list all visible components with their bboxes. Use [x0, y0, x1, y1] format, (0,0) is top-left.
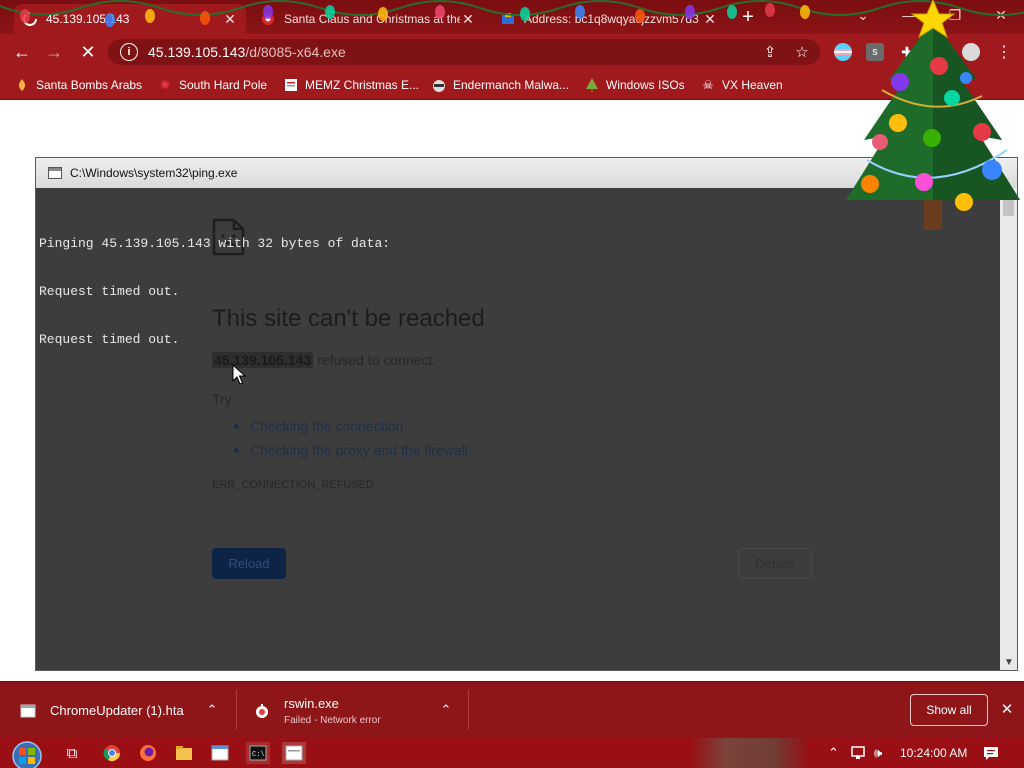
tab-active[interactable]: 45.139.105.143 ✕ [14, 4, 246, 34]
tab-santa-claus[interactable]: Santa Claus and Christmas at the ✕ [252, 4, 484, 34]
tree-icon [584, 77, 600, 93]
download-status: Failed - Network error [284, 714, 381, 726]
address-favicon-icon [500, 11, 516, 27]
console-line: Request timed out. [39, 284, 180, 299]
windows-taskbar: ⧉ C:\ ⌃ 🕪 10:24:00 AM [0, 738, 1024, 768]
chrome-taskbar-icon[interactable] [100, 742, 124, 764]
flame-icon [14, 77, 30, 93]
action-center-icon[interactable] [982, 743, 1000, 763]
start-button-icon[interactable] [8, 738, 46, 768]
network-icon[interactable] [850, 743, 868, 763]
console-title: C:\Windows\system32\ping.exe [70, 166, 238, 180]
scroll-down-arrow-icon[interactable]: ▼ [1004, 657, 1014, 668]
santa-favicon-icon [260, 11, 276, 27]
suggestion-check-connection[interactable]: Checking the connection [236, 414, 468, 438]
mouse-cursor-icon [232, 364, 246, 385]
file-explorer-taskbar-icon[interactable] [172, 742, 196, 764]
download-shelf: ChromeUpdater (1).hta ⌃ rswin.exe Failed… [0, 681, 1024, 738]
tab-close-icon[interactable]: ✕ [702, 11, 718, 28]
console-output: Pinging 45.139.105.143 with 32 bytes of … [39, 204, 390, 364]
cmd-taskbar-icon[interactable]: C:\ [246, 742, 270, 764]
bookmark-label: MEMZ Christmas E... [305, 78, 420, 92]
skull-icon: ☠ [702, 78, 714, 92]
taskbar-background-blur [690, 738, 810, 768]
console-line: Pinging 45.139.105.143 with 32 bytes of … [39, 236, 391, 251]
bookmark-label: Santa Bombs Arabs [36, 78, 143, 92]
info-icon[interactable]: i [120, 43, 138, 61]
details-button[interactable]: Details [738, 548, 812, 579]
show-hidden-icons-chevron[interactable]: ⌃ [828, 743, 839, 763]
svg-text:C:\: C:\ [252, 751, 265, 759]
download-item-chromeupdater[interactable]: ChromeUpdater (1).hta ⌃ [20, 682, 230, 739]
bookmark-windows-isos[interactable]: Windows ISOs [584, 76, 685, 94]
bookmark-south-hard-pole[interactable]: ✺ South Hard Pole [157, 76, 267, 94]
stop-loading-button[interactable]: ✕ [76, 40, 100, 64]
tab-address[interactable]: Address: bc1q8wqyacjzzvm57d3 ✕ [492, 4, 726, 34]
task-view-icon[interactable]: ⧉ [60, 742, 84, 764]
url-path: /d/8085-x64.exe [245, 44, 346, 60]
suggestion-check-proxy-firewall[interactable]: Checking the proxy and the firewall [236, 438, 468, 462]
tab-close-icon[interactable]: ✕ [222, 11, 238, 28]
bookmark-star-icon[interactable]: ☆ [790, 39, 814, 65]
window-taskbar-icon[interactable] [208, 742, 232, 764]
suggestion-list: Checking the connection Checking the pro… [236, 414, 468, 462]
download-name: rswin.exe [284, 695, 339, 711]
close-download-shelf-icon[interactable]: ✕ [998, 700, 1016, 720]
exe-file-icon [256, 703, 268, 718]
christmas-tree-decoration [846, 0, 1020, 230]
download-name: ChromeUpdater (1).hta [50, 703, 184, 718]
share-icon[interactable]: ⇪ [758, 39, 782, 65]
download-options-chevron-icon[interactable]: ⌃ [438, 702, 454, 718]
bookmark-endermanch-malware[interactable]: Endermanch Malwa... [431, 76, 569, 94]
error-code: ERR_CONNECTION_REFUSED [212, 479, 374, 491]
page-icon [283, 77, 299, 93]
download-options-chevron-icon[interactable]: ⌃ [204, 702, 220, 718]
download-separator [468, 690, 469, 730]
bookmark-label: South Hard Pole [179, 78, 268, 92]
bookmark-label: VX Heaven [722, 78, 783, 92]
hta-file-icon [20, 704, 36, 717]
bookmark-vx-heaven[interactable]: ☠ VX Heaven [700, 76, 783, 94]
firefox-taskbar-icon[interactable] [136, 742, 160, 764]
snowflake-icon: ✺ [159, 78, 171, 92]
tab-close-icon[interactable]: ✕ [460, 11, 476, 28]
new-tab-button[interactable]: + [738, 6, 758, 28]
address-bar[interactable]: i 45.139.105.143/d/8085-x64.exe ⇪ ☆ [108, 39, 820, 65]
bookmark-label: Endermanch Malwa... [453, 78, 570, 92]
download-separator [236, 690, 237, 730]
console-app-icon [48, 167, 62, 179]
bookmark-memz-christmas[interactable]: MEMZ Christmas E... [283, 76, 419, 94]
taskbar-clock[interactable]: 10:24:00 AM [900, 746, 967, 760]
console-line: Request timed out. [39, 332, 180, 347]
volume-icon[interactable]: 🕪 [874, 743, 882, 763]
hta-taskbar-icon[interactable] [282, 742, 306, 764]
forward-button[interactable]: → [42, 40, 66, 64]
back-button[interactable]: ← [10, 40, 34, 64]
raccoon-icon [431, 77, 447, 93]
bookmark-label: Windows ISOs [606, 78, 685, 92]
try-label: Try: [212, 391, 236, 407]
show-all-downloads-button[interactable]: Show all [910, 694, 988, 726]
tab-title: 45.139.105.143 [46, 12, 130, 26]
tab-title: Santa Claus and Christmas at the [284, 12, 460, 26]
bookmark-santa-bombs-arabs[interactable]: Santa Bombs Arabs [14, 76, 142, 94]
download-item-rswin[interactable]: rswin.exe Failed - Network error ⌃ [254, 682, 464, 739]
loading-spinner-icon [22, 11, 38, 27]
url-host: 45.139.105.143 [148, 44, 246, 60]
tab-title: Address: bc1q8wqyacjzzvm57d3 [524, 12, 699, 26]
console-scrollbar[interactable]: ▼ [1000, 188, 1017, 670]
reload-button[interactable]: Reload [212, 548, 286, 579]
